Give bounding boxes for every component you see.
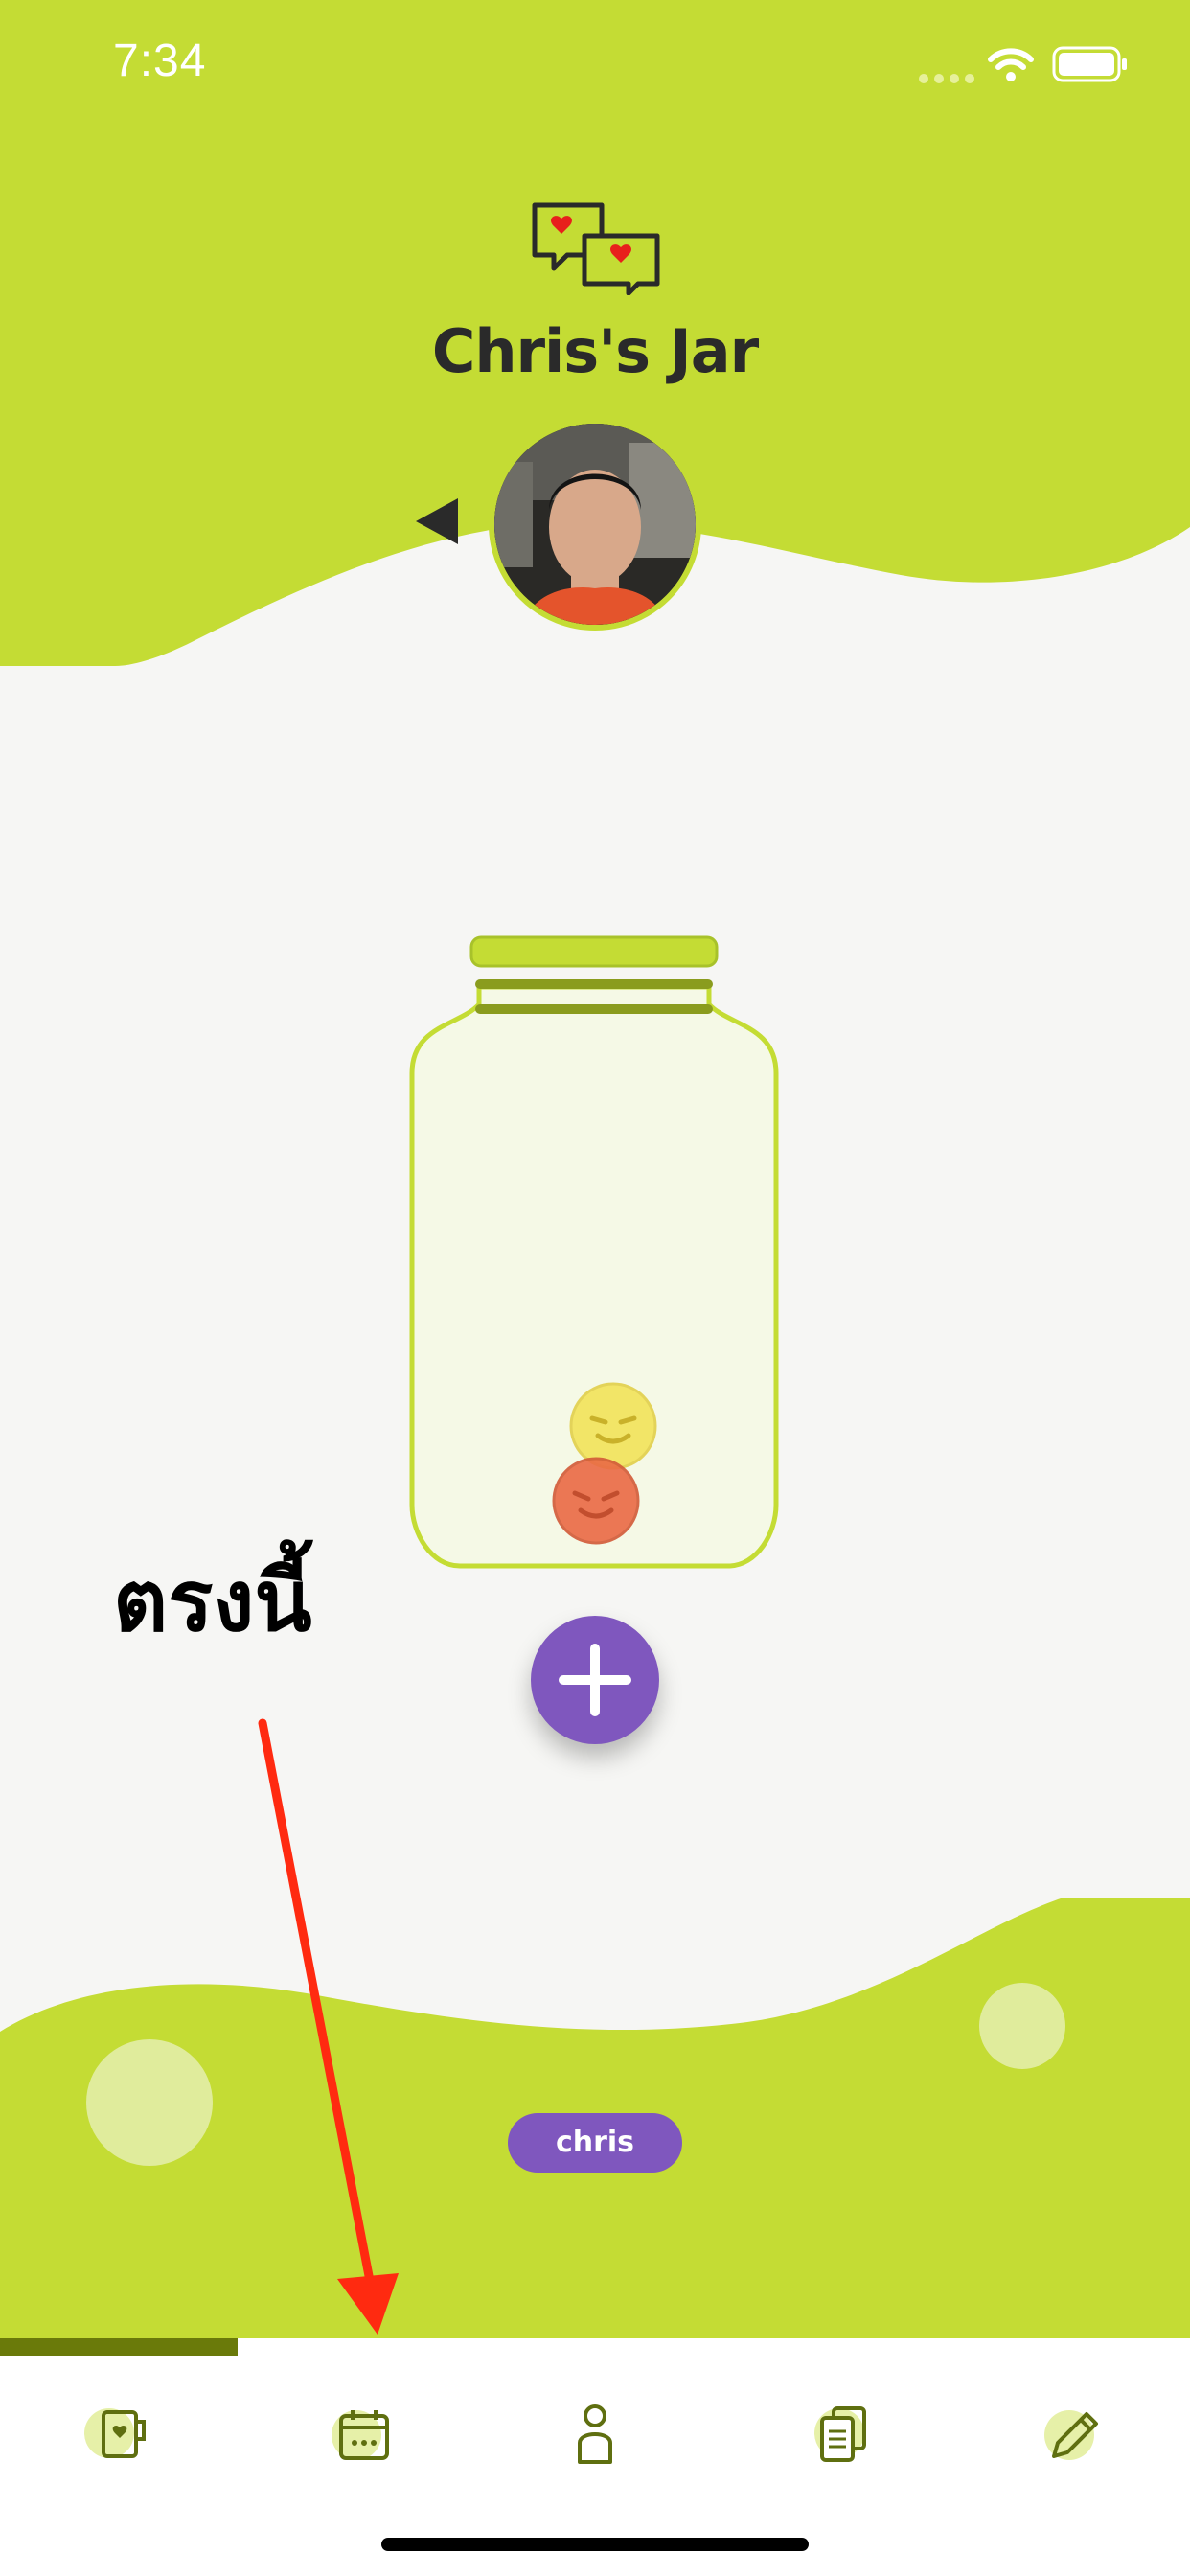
page-title: Chris's Jar [431,316,759,386]
person-icon [578,2404,612,2464]
user-name-badge[interactable]: chris [508,2113,682,2173]
home-indicator[interactable] [381,2538,809,2551]
calendar-tab[interactable] [286,2377,439,2492]
tab-active-indicator [0,2338,238,2356]
calendar-icon [332,2410,389,2460]
wifi-icon [987,46,1035,88]
documents-icon [814,2406,866,2462]
pencil-icon [1044,2410,1098,2460]
annotation-text: ตรงนี้ [113,1552,312,1650]
avatar[interactable] [489,418,701,631]
signal-dots-icon [918,71,975,89]
mug-heart-icon [84,2408,146,2458]
red-smirk-token [552,1457,640,1549]
documents-tab[interactable] [765,2377,918,2492]
profile-tab[interactable] [518,2377,672,2492]
chat-hearts-icon [529,199,663,299]
jar-tab[interactable] [42,2377,195,2492]
left-triangle-icon[interactable] [414,496,462,550]
edit-tab[interactable] [996,2377,1150,2492]
add-button[interactable] [531,1616,659,1744]
battery-icon [1052,46,1129,86]
plus-icon [559,1644,631,1716]
status-time: 7:34 [113,35,207,86]
